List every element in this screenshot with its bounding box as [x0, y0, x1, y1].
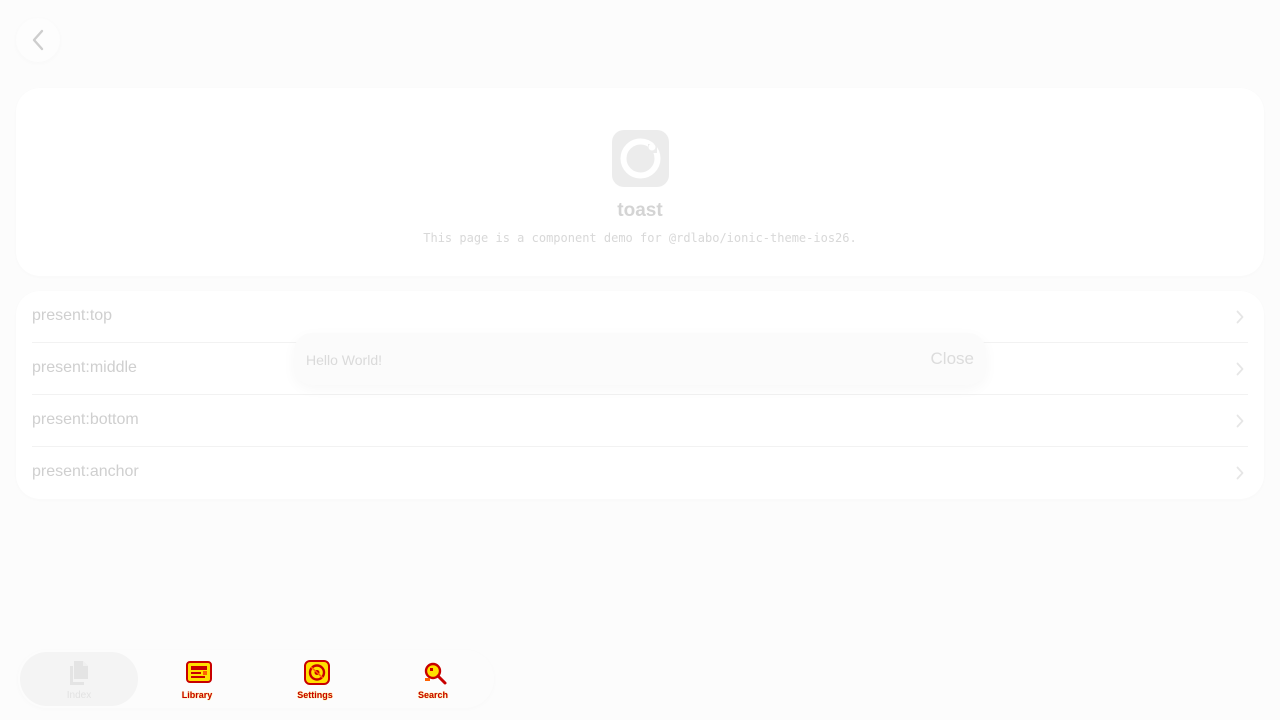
hero-card: toast This page is a component demo for …: [16, 88, 1264, 276]
documents-icon: [70, 661, 88, 685]
list-item-label: present:anchor: [32, 463, 139, 480]
list-item-label: present:bottom: [32, 411, 139, 428]
list-item-present-anchor[interactable]: present:anchor: [32, 447, 1248, 499]
tab-label: Index: [66, 690, 92, 701]
settings-icon: [304, 660, 330, 685]
chevron-left-icon: [32, 29, 44, 51]
library-icon: [186, 661, 212, 683]
tab-search[interactable]: Search: [374, 652, 492, 706]
list-item-present-bottom[interactable]: present:bottom: [32, 395, 1248, 447]
tab-label: Settings: [297, 690, 333, 700]
page-description: This page is a component demo for @rdlab…: [423, 231, 857, 245]
toast: Hello World! Close: [294, 333, 986, 385]
tab-label: Search: [417, 690, 449, 700]
search-icon: [424, 662, 447, 685]
toast-message: Hello World!: [306, 352, 382, 368]
tab-index[interactable]: Index: [20, 652, 138, 706]
page: toast This page is a component demo for …: [0, 0, 1280, 720]
tab-label: Library: [181, 690, 213, 700]
toast-app-icon: [612, 130, 669, 187]
list-item-label: present:top: [32, 307, 113, 324]
chevron-right-icon: [1236, 414, 1244, 428]
tab-settings[interactable]: Settings: [256, 652, 374, 706]
present-options-list: present:top present:middle present:botto…: [16, 291, 1264, 499]
chevron-right-icon: [1236, 310, 1244, 324]
chevron-right-icon: [1236, 362, 1244, 376]
list-item-label: present:middle: [32, 359, 137, 376]
page-title: toast: [617, 200, 663, 221]
tab-library[interactable]: Library: [138, 652, 256, 706]
toast-close-button[interactable]: Close: [931, 349, 974, 369]
back-button[interactable]: [16, 18, 60, 62]
tab-bar: Index Library Settings Search: [18, 650, 494, 708]
chevron-right-icon: [1236, 466, 1244, 480]
